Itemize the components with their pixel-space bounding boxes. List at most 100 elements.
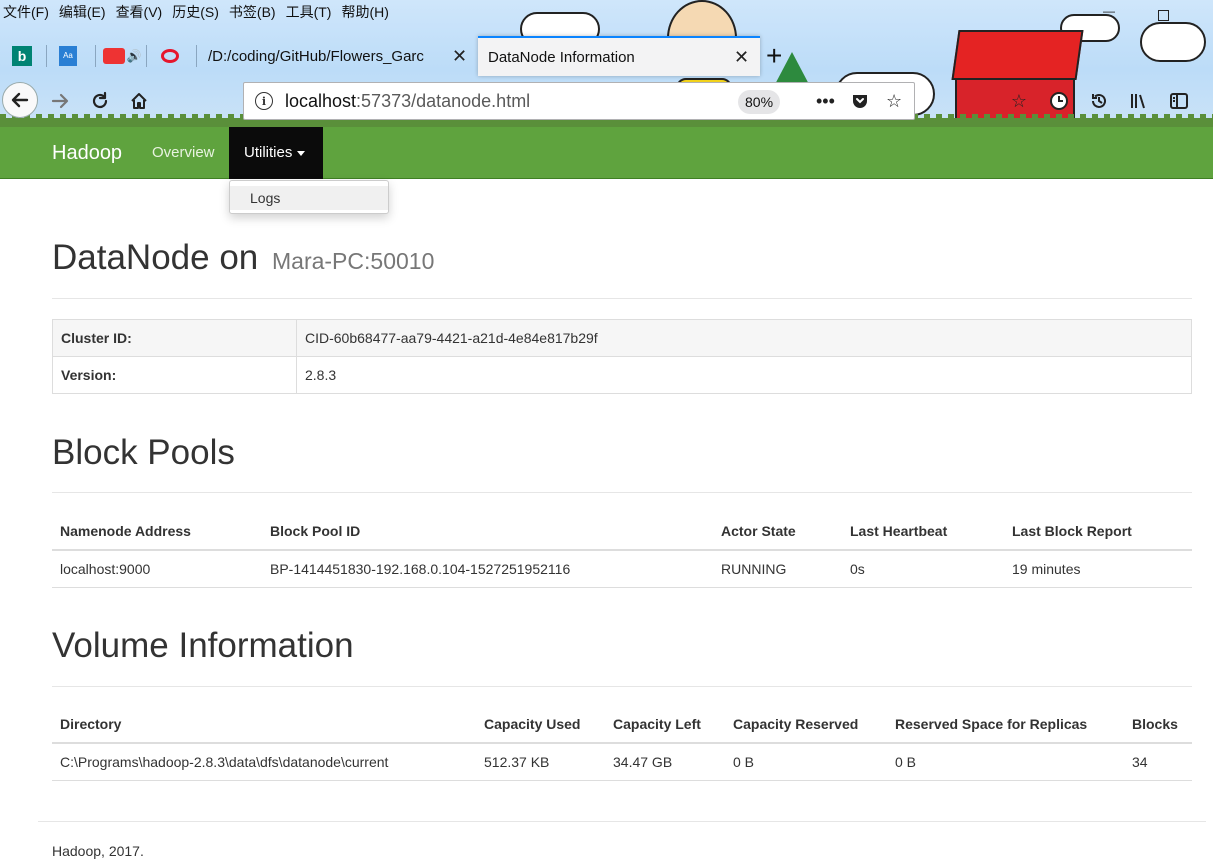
page-title-text: DataNode on [52, 238, 259, 277]
url-text[interactable]: localhost:57373/datanode.html [285, 91, 530, 112]
pinned-tab-dictionary[interactable]: Aa [46, 40, 90, 72]
bookmark-star-icon[interactable]: ☆ [886, 91, 902, 112]
tab-title: /D:/coding/GitHub/Flowers_Garc [208, 47, 424, 65]
column-header: Namenode Address [52, 512, 262, 551]
table-row: Cluster ID: CID-60b68477-aa79-4421-a21d-… [52, 319, 1192, 357]
arrow-left-icon [11, 92, 29, 108]
menu-view[interactable]: 查看(V) [113, 0, 170, 24]
table-header-row: Directory Capacity Used Capacity Left Ca… [52, 705, 1192, 744]
column-header: Block Pool ID [262, 512, 713, 551]
column-header: Blocks [1124, 705, 1192, 744]
column-header: Actor State [713, 512, 842, 551]
table-cell: 34 [1124, 743, 1192, 781]
tab-flowers-garden[interactable]: /D:/coding/GitHub/Flowers_Garc ✕ [198, 36, 478, 76]
new-tab-button[interactable]: + [766, 42, 782, 70]
footer-text: Hadoop, 2017. [52, 843, 144, 859]
sidebar-icon[interactable] [1166, 88, 1192, 114]
close-icon[interactable]: ✕ [734, 47, 749, 68]
bing-icon: b [12, 46, 32, 66]
table-cell: 19 minutes [1004, 550, 1192, 588]
pinned-tab-video[interactable]: 🔊 [100, 40, 144, 72]
pinned-tab-bing[interactable]: b [0, 40, 44, 72]
utilities-dropdown-menu: Logs [229, 180, 389, 214]
block-pools-table: Namenode Address Block Pool ID Actor Sta… [52, 512, 1192, 588]
reload-button[interactable] [84, 85, 116, 117]
volume-information-table: Directory Capacity Used Capacity Left Ca… [52, 705, 1192, 781]
table-cell: 34.47 GB [605, 743, 725, 781]
site-info-icon[interactable]: i [255, 92, 273, 110]
column-header: Directory [52, 705, 476, 744]
column-header: Last Heartbeat [842, 512, 1004, 551]
history-icon[interactable] [1086, 88, 1112, 114]
library-icon[interactable] [1126, 88, 1152, 114]
pocket-icon[interactable] [850, 91, 870, 116]
forward-button[interactable] [44, 85, 76, 117]
video-icon [102, 48, 125, 64]
volume-information-heading: Volume Information [52, 626, 354, 665]
address-bar[interactable]: i localhost:57373/datanode.html 80% ••• … [243, 82, 915, 120]
column-header: Capacity Used [476, 705, 605, 744]
dropdown-item-logs[interactable]: Logs [230, 186, 388, 210]
table-row: C:\Programs\hadoop-2.8.3\data\dfs\datano… [52, 743, 1192, 781]
table-cell: C:\Programs\hadoop-2.8.3\data\dfs\datano… [52, 743, 476, 781]
back-button[interactable] [2, 82, 38, 118]
menu-edit[interactable]: 编辑(E) [56, 0, 113, 24]
table-cell: 0 B [887, 743, 1124, 781]
pinned-tab-weibo[interactable] [148, 40, 192, 72]
weibo-icon [161, 49, 179, 63]
menu-bookmarks[interactable]: 书签(B) [226, 0, 283, 24]
hadoop-navbar: Hadoop Overview Utilities [0, 127, 1213, 179]
divider [52, 686, 1192, 687]
url-host: localhost [285, 90, 357, 111]
divider [52, 492, 1192, 493]
menu-bar: 文件(F) 编辑(E) 查看(V) 历史(S) 书签(B) 工具(T) 帮助(H… [0, 0, 396, 24]
hadoop-brand-link[interactable]: Hadoop [52, 127, 122, 179]
menu-help[interactable]: 帮助(H) [338, 0, 395, 24]
tab-separator [196, 45, 197, 67]
cluster-info-table: Cluster ID: CID-60b68477-aa79-4421-a21d-… [52, 319, 1192, 394]
browser-chrome: 文件(F) 编辑(E) 查看(V) 历史(S) 书签(B) 工具(T) 帮助(H… [0, 0, 1213, 127]
table-cell: 0s [842, 550, 1004, 588]
maximize-button[interactable] [1158, 10, 1169, 21]
clock-icon[interactable] [1046, 88, 1072, 114]
column-header: Reserved Space for Replicas [887, 705, 1124, 744]
table-cell: BP-1414451830-192.168.0.104-152725195211… [262, 550, 713, 588]
tab-strip: b Aa 🔊 /D:/coding/GitHub/Flowers_Garc ✕ … [0, 36, 1213, 76]
page-title: DataNode on Mara-PC:50010 [52, 238, 434, 278]
tab-separator [146, 45, 147, 67]
table-row: localhost:9000 BP-1414451830-192.168.0.1… [52, 550, 1192, 588]
nav-utilities-dropdown[interactable]: Utilities [229, 127, 323, 179]
menu-file[interactable]: 文件(F) [0, 0, 56, 24]
reload-icon [92, 91, 108, 109]
table-cell: RUNNING [713, 550, 842, 588]
table-row: Version: 2.8.3 [52, 356, 1192, 394]
home-button[interactable] [123, 85, 155, 117]
tab-title: DataNode Information [488, 48, 635, 66]
reading-list-icon[interactable]: ☆ [1006, 88, 1032, 114]
page-title-host: Mara-PC:50010 [272, 248, 435, 274]
column-header: Last Block Report [1004, 512, 1192, 551]
divider [52, 298, 1192, 299]
column-header: Capacity Left [605, 705, 725, 744]
dictionary-icon: Aa [59, 46, 77, 66]
tab-separator [95, 45, 96, 67]
home-icon [131, 93, 147, 109]
table-cell: 512.37 KB [476, 743, 605, 781]
menu-history[interactable]: 历史(S) [169, 0, 226, 24]
tab-datanode-information[interactable]: DataNode Information ✕ [478, 36, 760, 76]
minimize-button[interactable]: — [1102, 4, 1116, 18]
info-key: Cluster ID: [52, 319, 297, 357]
page-actions-icon[interactable]: ••• [816, 91, 835, 112]
nav-overview-link[interactable]: Overview [152, 127, 215, 179]
speaker-icon: 🔊 [126, 49, 142, 63]
info-value: CID-60b68477-aa79-4421-a21d-4e84e817b29f [296, 319, 1192, 357]
close-icon[interactable]: ✕ [452, 46, 467, 67]
zoom-level-badge[interactable]: 80% [738, 90, 781, 114]
arrow-right-icon [51, 93, 69, 109]
table-cell: 0 B [725, 743, 887, 781]
url-path: :57373/datanode.html [356, 90, 531, 111]
table-cell: localhost:9000 [52, 550, 262, 588]
block-pools-heading: Block Pools [52, 433, 235, 472]
menu-tools[interactable]: 工具(T) [283, 0, 339, 24]
browser-toolbar: i localhost:57373/datanode.html 80% ••• … [0, 76, 1213, 126]
